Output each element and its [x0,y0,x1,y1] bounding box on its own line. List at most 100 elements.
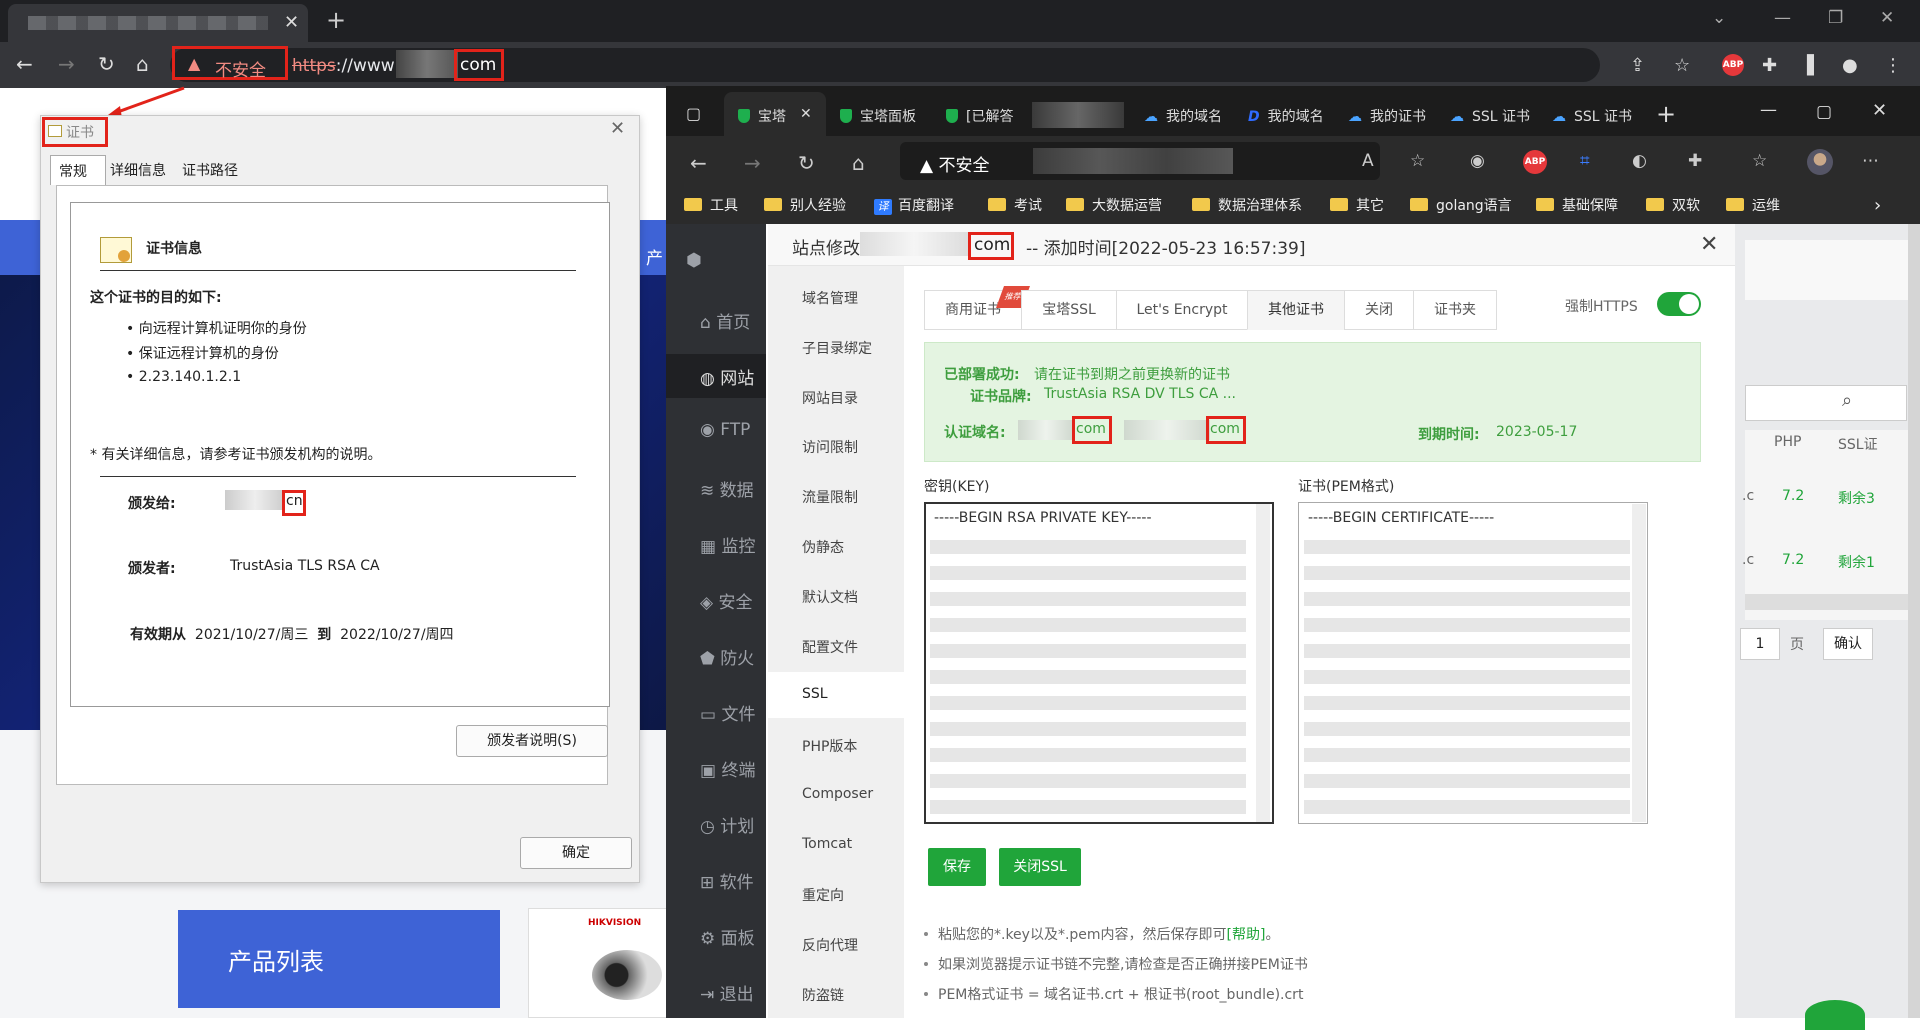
sidebar-item[interactable]: ⇥ 退出 [700,980,754,1005]
horizontal-scrollbar[interactable] [1745,594,1915,610]
sidebar-item[interactable]: ≋ 数据 [700,476,754,501]
chevron-right-icon[interactable]: › [1874,195,1881,216]
restore-icon[interactable]: ▢ [1816,102,1832,122]
tab-lets-encrypt[interactable]: Let's Encrypt [1116,290,1248,330]
modal-nav-item[interactable]: 反向代理 [802,935,858,955]
tab-cert-path[interactable]: 证书路径 [182,160,238,180]
favorites-icon[interactable]: ☆ [1752,151,1767,171]
home-icon[interactable]: ⌂ [136,52,149,76]
sidebar-item[interactable]: ◉ FTP [700,420,750,440]
bookmark-item[interactable]: 工具 [684,195,738,215]
read-aloud-icon[interactable]: A [1362,151,1374,171]
bookmark-item[interactable]: 运维 [1726,195,1780,215]
sidepanel-icon[interactable]: ▐ [1800,55,1814,76]
modal-nav-item[interactable]: 子目录绑定 [802,338,872,358]
sidebar-item[interactable]: ◍ 网站 [700,364,754,389]
modal-nav-item[interactable]: 网站目录 [802,388,858,408]
close-window-icon[interactable]: ✕ [1880,8,1894,28]
adblock-icon[interactable]: ABP [1523,150,1547,174]
edge-tab[interactable]: 宝塔面板 [840,106,916,126]
table-cell-php[interactable]: 7.2 [1782,488,1804,504]
search-icon[interactable]: ⌕ [1842,390,1852,411]
sidebar-item[interactable]: ▭ 文件 [700,700,755,725]
profile-icon[interactable]: ● [1842,55,1858,76]
back-icon[interactable]: ← [690,151,707,175]
bookmark-item[interactable]: 别人经验 [764,195,846,215]
modal-nav-item[interactable]: 伪静态 [802,537,844,557]
sidebar-item[interactable]: ▣ 终端 [700,756,755,781]
tab-cert-folder[interactable]: 证书夹 [1413,290,1497,330]
adblock-icon[interactable]: ABP [1722,54,1744,76]
forward-icon[interactable]: → [58,52,75,76]
sidebar-item[interactable]: ◈ 安全 [700,588,752,613]
modal-nav-item[interactable]: PHP版本 [802,736,857,756]
extensions-icon[interactable]: ✚ [1688,151,1702,171]
modal-nav-item[interactable]: 重定向 [802,885,844,905]
share-icon[interactable]: ⇪ [1630,55,1645,76]
modal-nav-item[interactable]: 访问限制 [802,437,858,457]
avatar[interactable] [1807,149,1833,175]
extensions-icon[interactable]: ✚ [1762,55,1777,76]
reading-icon[interactable]: ◐ [1632,151,1647,171]
edge-tab[interactable]: ☁ 我的证书 [1348,106,1426,126]
modal-nav-item-ssl[interactable]: SSL [802,686,828,702]
edge-tab[interactable]: ☁ SSL 证书 [1552,106,1632,126]
sidebar-item[interactable]: ▦ 监控 [700,532,755,557]
restore-icon[interactable]: ❐ [1828,8,1843,28]
bookmark-item[interactable]: 基础保障 [1536,195,1618,215]
site-search-input[interactable] [1745,385,1907,421]
reload-icon[interactable]: ↻ [98,52,115,76]
tab-actions-icon[interactable]: ▢ [686,104,701,123]
bookmark-item[interactable]: 大数据运营 [1066,195,1162,215]
help-link[interactable]: [帮助] [1227,927,1266,943]
product-list-banner[interactable]: 产品列表 [178,910,500,1008]
tab-bt-ssl[interactable]: 宝塔SSL [1021,290,1117,330]
confirm-button[interactable]: 确认 [1823,628,1873,660]
modal-nav-item[interactable]: 防盗链 [802,985,844,1005]
page-number-input[interactable]: 1 [1740,628,1780,660]
tab-details[interactable]: 详细信息 [110,160,166,180]
close-window-icon[interactable]: ✕ [1872,100,1887,121]
edge-tab[interactable]: [已解答 [946,106,1013,126]
close-icon[interactable]: ✕ [284,12,299,33]
plus-icon[interactable]: + [1656,100,1676,128]
vertical-scrollbar[interactable] [1256,504,1270,822]
more-icon[interactable]: ⋯ [1862,151,1879,171]
minimize-icon[interactable]: — [1760,100,1777,120]
sidebar-item[interactable]: ⬟ 防火 [700,644,754,669]
edge-tab[interactable]: D 我的域名 [1248,106,1324,126]
chrome-tab[interactable]: ✕ [8,4,308,42]
favorite-icon[interactable]: ☆ [1410,151,1425,171]
modal-nav-item[interactable]: 默认文档 [802,587,858,607]
edge-insecure-label[interactable]: ▲ 不安全 [920,151,989,176]
chevron-down-icon[interactable]: ⌄ [1712,8,1726,28]
modal-nav-item[interactable]: 域名管理 [802,288,858,308]
reload-icon[interactable]: ↻ [798,151,815,175]
sidebar-item[interactable]: ⌂ 首页 [700,308,750,333]
back-icon[interactable]: ← [16,52,33,76]
issuer-statement-button[interactable]: 颁发者说明(S) [456,725,608,757]
ok-button[interactable]: 确定 [520,837,632,869]
modal-nav-item[interactable]: Composer [802,786,873,802]
page-scrollbar[interactable] [1908,224,1920,1018]
table-cell-ssl[interactable]: 剩余3 [1838,488,1875,508]
menu-icon[interactable]: ⋮ [1884,55,1902,76]
crop-icon[interactable]: ⌗ [1580,151,1590,171]
bookmark-item[interactable]: 考试 [988,195,1042,215]
close-icon[interactable]: ✕ [800,106,812,122]
edge-tab[interactable]: ☁ 我的域名 [1144,106,1222,126]
bookmark-item[interactable]: 其它 [1330,195,1384,215]
sidebar-item[interactable]: ⚙ 面板 [700,924,755,949]
floating-help-button[interactable] [1805,1000,1865,1030]
close-ssl-button[interactable]: 关闭SSL [999,848,1081,886]
tab-general[interactable]: 常规 [50,155,106,185]
modal-nav-item[interactable]: 配置文件 [802,637,858,657]
tab-close[interactable]: 关闭 [1344,290,1414,330]
bookmark-item[interactable]: 译百度翻译 [874,195,954,215]
home-icon[interactable]: ⌂ [852,151,865,175]
edge-tab[interactable]: 宝塔 [738,106,786,126]
bookmark-star-icon[interactable]: ☆ [1674,55,1690,76]
vertical-scrollbar[interactable] [1632,504,1646,822]
sidebar-item[interactable]: ⊞ 软件 [700,868,754,893]
bookmark-item[interactable]: 数据治理体系 [1192,195,1302,215]
